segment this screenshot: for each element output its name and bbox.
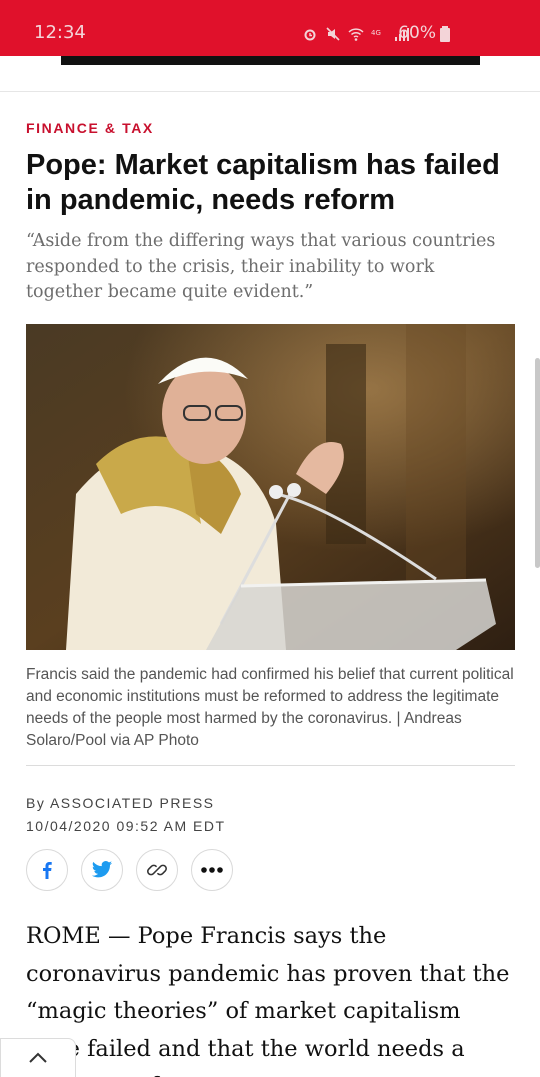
share-more-button[interactable] [191, 849, 233, 891]
byline-timestamp: 10/04/2020 09:52 AM EDT [26, 818, 226, 834]
wifi-icon [348, 28, 364, 41]
article-headline: Pope: Market capitalism has failed in pa… [26, 149, 500, 216]
photo-caption: Francis said the pandemic had confirmed … [26, 666, 514, 749]
more-icon [201, 867, 223, 873]
caption-divider [26, 765, 515, 766]
top-ad-bar [61, 56, 480, 65]
byline-block: By ASSOCIATED PRESS 10/04/2020 09:52 AM … [26, 792, 226, 838]
back-to-top-button[interactable] [0, 1038, 76, 1077]
share-buttons [26, 849, 233, 891]
article-dek: “Aside from the differing ways that vari… [26, 231, 496, 302]
lte-icon: 4G [371, 29, 381, 37]
share-link-button[interactable] [136, 849, 178, 891]
status-icons: 4G [302, 26, 410, 42]
mute-icon [326, 27, 340, 41]
twitter-icon [91, 861, 113, 878]
battery-percent: 60% [398, 23, 436, 43]
chevron-up-icon [29, 1052, 47, 1063]
battery-icon [440, 26, 450, 42]
status-time: 12:34 [34, 22, 86, 43]
facebook-icon [43, 862, 52, 879]
svg-text:4G: 4G [371, 29, 381, 37]
share-facebook-button[interactable] [26, 849, 68, 891]
alarm-icon [304, 29, 316, 41]
scrollbar-thumb[interactable] [535, 358, 540, 568]
pope-photo-illustration [26, 324, 515, 650]
share-twitter-button[interactable] [81, 849, 123, 891]
byline-author: By ASSOCIATED PRESS [26, 795, 215, 811]
status-bar: 12:34 4G 60% [0, 0, 540, 56]
header-divider [0, 91, 540, 92]
article-photo[interactable] [26, 324, 515, 650]
article-category[interactable]: FINANCE & TAX [26, 120, 154, 136]
link-icon [147, 864, 167, 876]
article-body: ROME — Pope Francis says the coronavirus… [26, 923, 510, 1077]
